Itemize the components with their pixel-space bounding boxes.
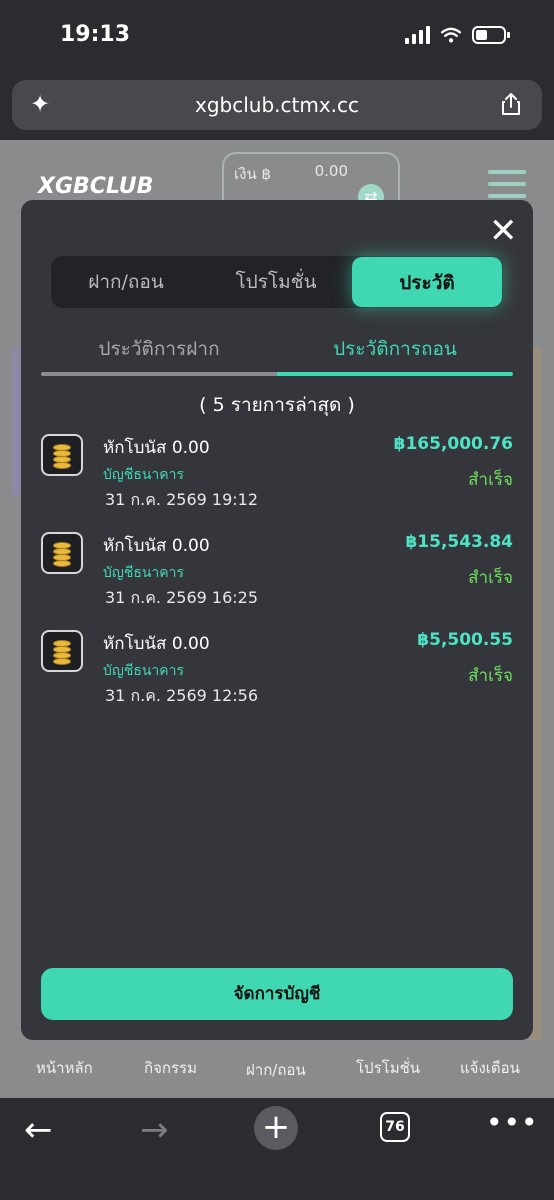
item-title: หักโบนัส 0.00	[103, 634, 210, 654]
item-bank: บัญชีธนาคาร	[103, 467, 185, 483]
manage-account-button[interactable]: จัดการบัญชี	[41, 968, 513, 1020]
list-item[interactable]: หักโบนัส 0.00 บัญชีธนาคาร 31 ก.ค. 2569 1…	[41, 624, 513, 705]
nav-promotions: โปรโมชั่น	[356, 1059, 421, 1077]
url-text[interactable]: xgbclub.ctmx.cc	[12, 93, 542, 117]
new-tab-plus-icon[interactable]: +	[254, 1106, 298, 1150]
item-date: 31 ก.ค. 2569 12:56	[105, 686, 259, 705]
status-icons	[405, 26, 510, 44]
browser-toolbar: ← → + 76 •••	[0, 1098, 554, 1200]
nav-deposit-withdraw: ฝาก/ถอน	[246, 1061, 306, 1079]
item-bank: บัญชีธนาคาร	[103, 565, 185, 581]
coins-icon	[41, 434, 83, 476]
tab-underline-inactive	[41, 372, 277, 376]
site-logo: XGBCLUB	[38, 174, 154, 199]
share-icon[interactable]	[500, 92, 522, 116]
segment-promotions[interactable]: โปรโมชั่น	[201, 256, 351, 308]
status-badge: สำเร็จ	[468, 470, 513, 490]
nav-home: หน้าหลัก	[36, 1059, 93, 1077]
forward-arrow-icon[interactable]: →	[140, 1110, 169, 1150]
battery-icon	[472, 26, 510, 44]
more-icon[interactable]: •••	[486, 1106, 539, 1139]
list-item[interactable]: หักโบนัส 0.00 บัญชีธนาคาร 31 ก.ค. 2569 1…	[41, 526, 513, 607]
tabs-button[interactable]: 76	[380, 1112, 410, 1142]
wifi-icon	[440, 27, 462, 43]
item-bank: บัญชีธนาคาร	[103, 663, 185, 679]
recent-count-label: ( 5 รายการล่าสุด )	[199, 394, 355, 416]
item-date: 31 ก.ค. 2569 16:25	[105, 588, 259, 607]
page-bottom-nav: หน้าหลัก กิจกรรม ฝาก/ถอน โปรโมชั่น แจ้งเ…	[0, 1040, 554, 1098]
coins-icon	[41, 532, 83, 574]
item-amount: ฿5,500.55	[417, 630, 513, 650]
wallet-value: 0.00	[314, 162, 348, 180]
wallet-label: เงิน ฿	[234, 165, 272, 183]
nav-activity: กิจกรรม	[144, 1059, 197, 1077]
tab-deposit-history[interactable]: ประวัติการฝาก	[41, 334, 277, 364]
history-subtabs: ประวัติการฝาก ประวัติการถอน	[41, 330, 513, 376]
item-date: 31 ก.ค. 2569 19:12	[105, 490, 259, 509]
nav-notifications: แจ้งเตือน	[460, 1059, 520, 1077]
history-modal: ✕ ฝาก/ถอน โปรโมชั่น ประวัติ ประวัติการฝา…	[21, 200, 533, 1040]
item-title: หักโบนัส 0.00	[103, 536, 210, 556]
segment-control: ฝาก/ถอน โปรโมชั่น ประวัติ	[51, 256, 503, 308]
segment-deposit-withdraw[interactable]: ฝาก/ถอน	[51, 256, 201, 308]
item-title: หักโบนัส 0.00	[103, 438, 210, 458]
status-badge: สำเร็จ	[468, 666, 513, 686]
back-arrow-icon[interactable]: ←	[24, 1110, 53, 1150]
address-bar[interactable]: ✦ xgbclub.ctmx.cc	[12, 80, 542, 130]
close-icon[interactable]: ✕	[489, 214, 518, 248]
item-amount: ฿15,543.84	[405, 532, 513, 552]
status-bar: 19:13	[0, 0, 554, 74]
tab-withdraw-history[interactable]: ประวัติการถอน	[277, 334, 513, 364]
list-item[interactable]: หักโบนัส 0.00 บัญชีธนาคาร 31 ก.ค. 2569 1…	[41, 428, 513, 509]
status-badge: สำเร็จ	[468, 568, 513, 588]
status-time: 19:13	[60, 22, 131, 47]
coins-icon	[41, 630, 83, 672]
signal-icon	[405, 26, 430, 44]
tab-underline-active	[277, 372, 513, 376]
item-amount: ฿165,000.76	[393, 434, 513, 454]
segment-history[interactable]: ประวัติ	[352, 257, 502, 307]
